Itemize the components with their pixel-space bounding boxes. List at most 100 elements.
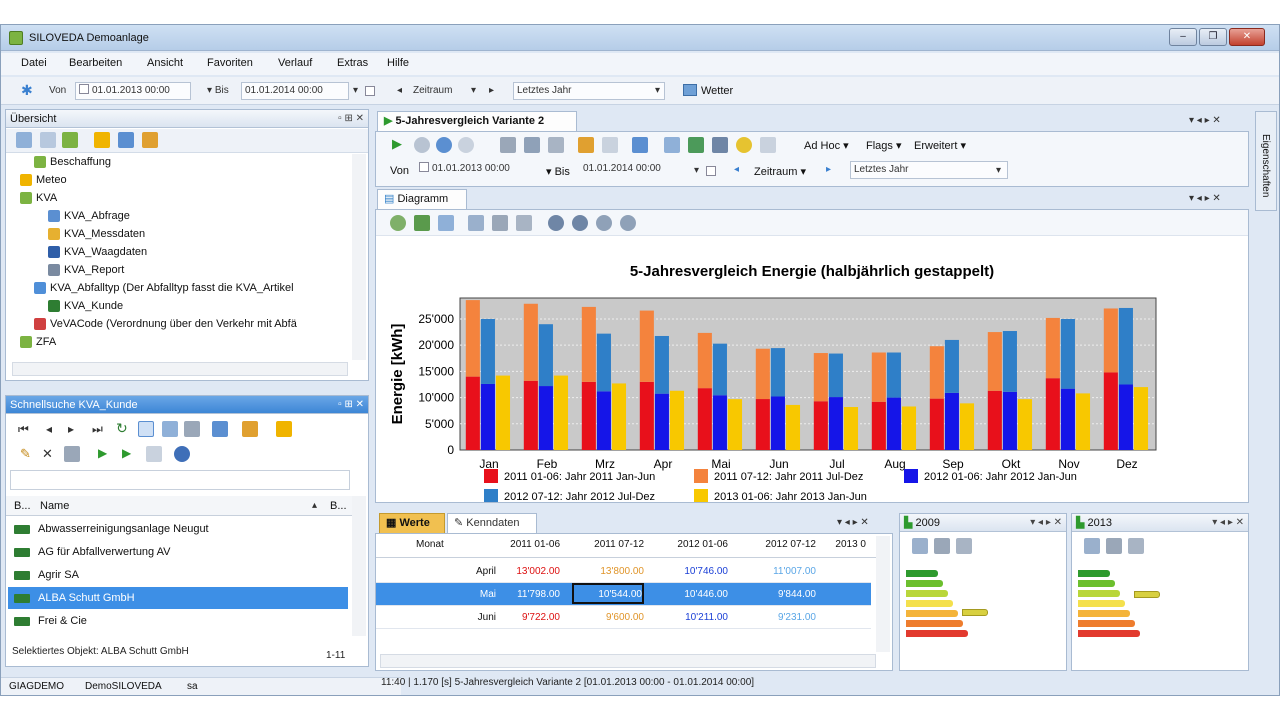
star-icon[interactable] (94, 132, 110, 148)
save-icon[interactable] (956, 538, 972, 554)
zoom-reset-icon[interactable] (620, 215, 636, 231)
value-cell[interactable]: 11'007.00 (738, 560, 816, 583)
panel-controls-icon[interactable]: ▫ ⊞ ✕ (338, 110, 364, 128)
value-cell[interactable]: 10'446.00 (654, 583, 728, 606)
table-row[interactable]: Juni 9'722.00 9'600.00 10'211.00 9'231.00 (376, 606, 871, 629)
month-cell[interactable]: Mai (426, 583, 496, 606)
copy-icon[interactable] (468, 215, 484, 231)
prev-period-icon[interactable]: ◂ (397, 85, 402, 96)
tree-hscrollbar[interactable] (12, 362, 348, 376)
menu-bearbeiten[interactable]: Bearbeiten (69, 57, 122, 69)
sort-icon[interactable]: ▴ (312, 500, 317, 511)
month-cell[interactable]: Juni (426, 606, 496, 629)
value-cell[interactable]: 9'844.00 (738, 583, 816, 606)
snowflake-icon[interactable]: ✱ (21, 82, 33, 99)
copy-icon[interactable] (912, 538, 928, 554)
tree-item[interactable]: VeVACode (Verordnung über den Verkehr mi… (34, 318, 297, 336)
month-cell[interactable]: April (426, 560, 496, 583)
delete-icon[interactable]: ✕ (42, 446, 53, 462)
table-tab-controls-icon[interactable]: ▾ ◂ ▸ ✕ (837, 517, 869, 528)
save-icon[interactable] (548, 137, 564, 153)
erweitert-menu[interactable]: Erweitert ▾ (914, 139, 966, 152)
value-cell[interactable]: 9'600.00 (572, 606, 644, 629)
report-von-checkbox[interactable] (419, 162, 429, 172)
column-header[interactable]: 2011 01-06 (488, 534, 560, 556)
page-icon[interactable] (146, 446, 162, 462)
prev-record-icon[interactable]: ◂ (46, 422, 52, 436)
folder-icon[interactable] (62, 132, 78, 148)
share-icon[interactable] (212, 421, 228, 437)
tree-item[interactable]: Beschaffung (34, 156, 111, 174)
zoom-in-icon[interactable] (548, 215, 564, 231)
tree-item[interactable]: KVA_Waagdaten (48, 246, 147, 264)
zoom-out-icon[interactable] (572, 215, 588, 231)
chart-icon[interactable] (664, 137, 680, 153)
print-icon[interactable] (1106, 538, 1122, 554)
print-icon[interactable] (184, 421, 200, 437)
list-item[interactable]: Abwasserreinigungsanlage Neugut (8, 518, 348, 540)
table-row[interactable]: Mai 11'798.00 10'544.00 10'446.00 9'844.00 (376, 583, 871, 606)
maximize-button[interactable]: ❐ (1199, 28, 1227, 46)
column-header[interactable]: 2012 01-06 (654, 534, 728, 556)
report-von-field[interactable]: 01.01.2013 00:00 (416, 161, 528, 179)
copy-icon[interactable] (1084, 538, 1100, 554)
pan-icon[interactable] (414, 215, 430, 231)
copy-icon[interactable] (162, 421, 178, 437)
list-item[interactable]: Frei & Cie (8, 610, 348, 632)
von-checkbox[interactable] (79, 84, 89, 94)
flags-menu[interactable]: Flags ▾ (866, 139, 901, 152)
tab-kenndaten[interactable]: ✎ Kenndaten (447, 513, 537, 533)
first-record-icon[interactable]: ⏮ (18, 422, 29, 437)
crosshair-icon[interactable] (390, 215, 406, 231)
list-vscrollbar[interactable] (352, 496, 366, 636)
menu-hilfe[interactable]: Hilfe (387, 57, 409, 69)
help-icon[interactable] (736, 137, 752, 153)
globe-icon[interactable] (174, 446, 190, 462)
tree-item[interactable]: KVA (20, 192, 57, 210)
tree-item[interactable]: KVA_Messdaten (48, 228, 145, 246)
grid-icon[interactable] (438, 215, 454, 231)
tree-item[interactable]: KVA_Abfrage (48, 210, 130, 228)
view-icon[interactable] (40, 132, 56, 148)
save-icon[interactable] (1128, 538, 1144, 554)
list-item[interactable]: AG für Abfallverwertung AV (8, 541, 348, 563)
copy-icon[interactable] (602, 137, 618, 153)
pen-icon[interactable] (578, 137, 594, 153)
settings-icon[interactable] (712, 137, 728, 153)
report-zeitraum-arrow-icon[interactable]: ▾ (996, 165, 1001, 176)
table-hscrollbar[interactable] (380, 654, 876, 668)
tree-item[interactable]: Meteo (20, 174, 67, 192)
tree-item[interactable]: ZFA (20, 336, 56, 354)
pen-icon[interactable] (242, 421, 258, 437)
refresh-icon[interactable]: ↻ (116, 420, 128, 437)
value-cell[interactable]: 9'722.00 (488, 606, 560, 629)
last-record-icon[interactable]: ⏭ (92, 422, 103, 437)
close-button[interactable]: ✕ (1229, 28, 1265, 46)
print-icon[interactable] (64, 446, 80, 462)
von-field[interactable]: 01.01.2013 00:00 (75, 82, 191, 100)
zoom-fit-icon[interactable] (596, 215, 612, 231)
report-zeitraum-select[interactable]: Letztes Jahr (850, 161, 1008, 179)
value-cell[interactable]: 13'800.00 (572, 560, 644, 583)
table-row[interactable]: April 13'002.00 13'800.00 10'746.00 11'007.0… (376, 560, 871, 583)
adhoc-menu[interactable]: Ad Hoc ▾ (804, 139, 849, 152)
window-icon[interactable] (760, 137, 776, 153)
map-icon[interactable] (688, 137, 704, 153)
value-cell[interactable]: 9'231.00 (738, 606, 816, 629)
value-cell[interactable]: 13'002.00 (488, 560, 560, 583)
wetter-button[interactable]: Wetter (701, 85, 733, 97)
value-cell[interactable]: 10'746.00 (654, 560, 728, 583)
menu-favoriten[interactable]: Favoriten (207, 57, 253, 69)
chart-icon[interactable] (118, 132, 134, 148)
tree-item[interactable]: KVA_Abfalltyp (Der Abfalltyp fasst die K… (34, 282, 294, 300)
tree-vscrollbar[interactable] (352, 154, 366, 360)
star-icon[interactable] (276, 421, 292, 437)
next-record-icon[interactable]: ▸ (68, 422, 74, 436)
pencil-icon[interactable]: ✎ (20, 446, 31, 462)
refresh-icon[interactable] (436, 137, 452, 153)
list-item[interactable]: Agrir SA (8, 564, 348, 586)
search-icon[interactable] (16, 132, 32, 148)
report-bis-checkbox[interactable] (706, 166, 716, 176)
report-bis-dropdown-icon[interactable]: ▾ (694, 165, 699, 176)
zeitraum-select-arrow-icon[interactable]: ▾ (655, 85, 660, 96)
